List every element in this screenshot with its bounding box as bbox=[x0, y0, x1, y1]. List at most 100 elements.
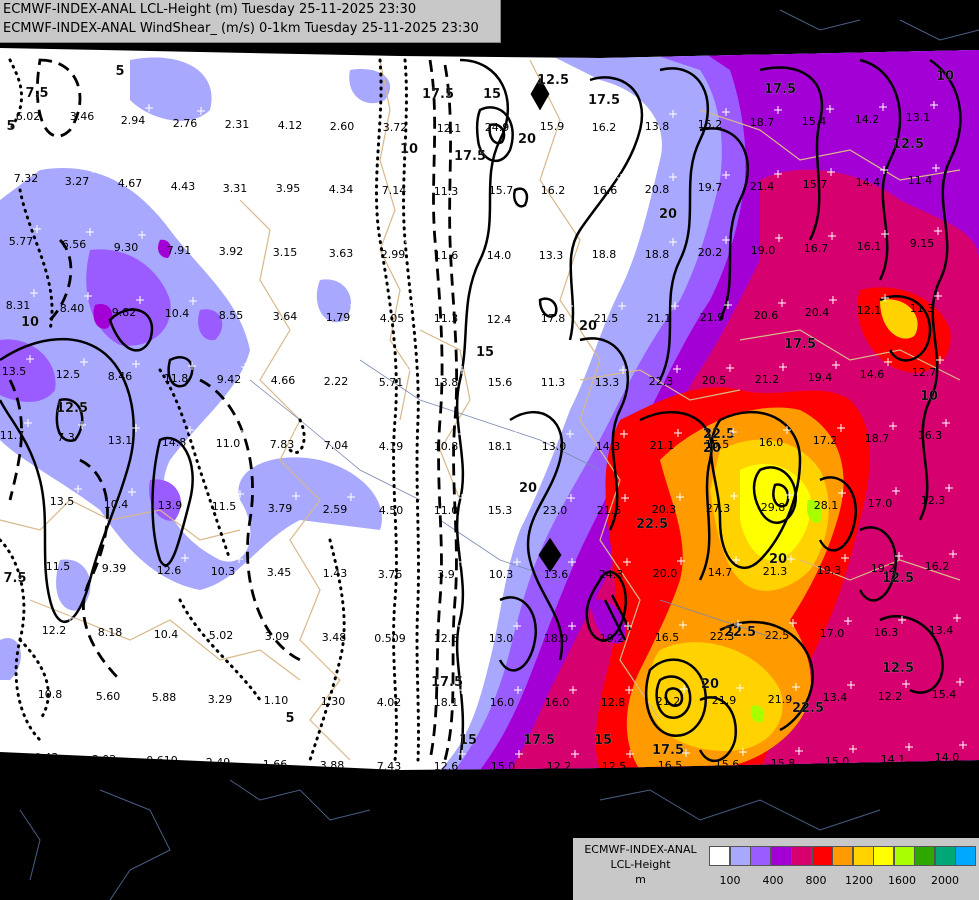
shear-value: 16.0 bbox=[545, 696, 570, 709]
shear-value: 11.7 bbox=[0, 429, 24, 442]
legend-label: 2000 bbox=[931, 874, 959, 887]
shear-value: 18.1 bbox=[488, 440, 513, 453]
contour-label: 17.5 bbox=[764, 82, 796, 97]
legend-label: 1200 bbox=[845, 874, 873, 887]
shear-value: 19.7 bbox=[698, 181, 723, 194]
shear-value: 13.1 bbox=[108, 434, 133, 447]
shear-value: 22.5 bbox=[765, 629, 790, 642]
shear-value: 3.76 bbox=[378, 568, 403, 581]
contour-label: 5 bbox=[115, 64, 124, 79]
contour-label: 22.5 bbox=[636, 517, 668, 532]
shear-value: 16.7 bbox=[804, 242, 829, 255]
contour-label: 17.5 bbox=[588, 93, 620, 108]
shear-value: 9.42 bbox=[217, 373, 242, 386]
shear-value: 9.82 bbox=[112, 306, 137, 319]
legend-swatch bbox=[852, 846, 874, 866]
shear-value: 10.8 bbox=[38, 688, 63, 701]
shear-value: 12.8 bbox=[601, 696, 626, 709]
legend-caption: ECMWF-INDEX-ANAL LCL-Height m bbox=[573, 842, 708, 887]
shear-value: 3.48 bbox=[322, 631, 347, 644]
legend-swatch bbox=[770, 846, 792, 866]
shear-value: 16.0 bbox=[759, 436, 784, 449]
contour-label: 5 bbox=[6, 119, 15, 134]
legend-label: 1600 bbox=[888, 874, 916, 887]
shear-value: 13.3 bbox=[595, 376, 620, 389]
shear-value: 18.0 bbox=[544, 632, 569, 645]
shear-value: 7.14 bbox=[382, 184, 407, 197]
shear-value: 13.5 bbox=[50, 495, 75, 508]
shear-value: 18.7 bbox=[750, 116, 775, 129]
forecast-map-view: 7.5 5 5 17.5 15 12.5 17.5 20 10 17.5 20 17.5 10 12.5 2… bbox=[0, 0, 979, 900]
shear-value: 19.0 bbox=[751, 244, 776, 257]
shear-value: 15.3 bbox=[488, 504, 513, 517]
legend-label: 100 bbox=[719, 874, 741, 887]
shear-value: 11.5 bbox=[46, 560, 71, 573]
shear-value: 18.7 bbox=[865, 432, 890, 445]
contour-label: 17.5 bbox=[784, 337, 816, 352]
shear-value: 21.1 bbox=[647, 312, 672, 325]
shear-value: 17.0 bbox=[868, 497, 893, 510]
contour-label: 17.5 bbox=[523, 733, 555, 748]
shear-value: 16.5 bbox=[655, 631, 680, 644]
shear-value: 13.4 bbox=[929, 624, 954, 637]
shear-value: 2.31 bbox=[225, 118, 250, 131]
contour-label: 10 bbox=[21, 315, 39, 330]
shear-value: 7.3 bbox=[57, 431, 75, 444]
header-title-lcl: ECMWF-INDEX-ANAL LCL-Height (m) Tuesday … bbox=[3, 2, 417, 17]
shear-value: 21.5 bbox=[597, 504, 622, 517]
shear-value: 15.7 bbox=[489, 184, 514, 197]
shear-value: 20.5 bbox=[702, 374, 727, 387]
contour-label: 17.5 bbox=[454, 149, 486, 164]
legend-unit: m bbox=[635, 873, 646, 886]
contour-label: 15 bbox=[483, 87, 501, 102]
shear-value: 2.22 bbox=[324, 375, 349, 388]
shear-value: 21.2 bbox=[656, 695, 681, 708]
shear-value: 17.2 bbox=[813, 434, 838, 447]
shear-value: 15.4 bbox=[932, 688, 957, 701]
shear-value: 12.7 bbox=[912, 366, 937, 379]
shear-value: 14.4 bbox=[856, 176, 881, 189]
shear-value: 20.3 bbox=[652, 503, 677, 516]
shear-value: 11.0 bbox=[434, 504, 459, 517]
shear-value: 21.9 bbox=[712, 694, 737, 707]
shear-value: 21.2 bbox=[755, 373, 780, 386]
shear-value: 5.77 bbox=[9, 235, 34, 248]
map-header: ECMWF-INDEX-ANAL LCL-Height (m) Tuesday … bbox=[0, 0, 501, 43]
shear-value: 1.30 bbox=[321, 695, 346, 708]
shear-value: 21.3 bbox=[763, 565, 788, 578]
legend-swatch bbox=[811, 846, 833, 866]
shear-value: 20.2 bbox=[698, 246, 723, 259]
legend-swatch bbox=[729, 846, 751, 866]
shear-value: 4.19 bbox=[379, 440, 404, 453]
shear-value: 3.79 bbox=[268, 502, 293, 515]
shear-value: 14.6 bbox=[860, 368, 885, 381]
shear-value: 13.5 bbox=[2, 365, 27, 378]
contour-label: 15 bbox=[476, 345, 494, 360]
contour-label: 12.5 bbox=[537, 73, 569, 88]
shear-value: 16.2 bbox=[925, 560, 950, 573]
shear-value: 15.7 bbox=[803, 178, 828, 191]
shear-value: 15.4 bbox=[802, 115, 827, 128]
shear-value: 6.02 bbox=[16, 110, 41, 123]
shear-value: 18.1 bbox=[434, 696, 459, 709]
shear-value: 9.39 bbox=[102, 562, 127, 575]
shear-value: 13.8 bbox=[434, 376, 459, 389]
shear-value: 13.8 bbox=[645, 120, 670, 133]
shear-value: 3.15 bbox=[273, 246, 298, 259]
shear-value: 12.6 bbox=[157, 564, 182, 577]
shear-value: 14.3 bbox=[596, 440, 621, 453]
shear-value: 11.8 bbox=[164, 372, 189, 385]
shear-value: 12.1 bbox=[437, 122, 462, 135]
shear-value: 21.4 bbox=[750, 180, 775, 193]
shear-value: 7.04 bbox=[324, 439, 349, 452]
shear-value: 3.09 bbox=[265, 630, 290, 643]
shear-value: 16.3 bbox=[874, 626, 899, 639]
shear-value: 21.5 bbox=[594, 312, 619, 325]
contour-label: 5 bbox=[285, 711, 294, 726]
shear-value: 2.59 bbox=[323, 503, 348, 516]
shear-value: 8.31 bbox=[6, 299, 31, 312]
shear-value: 15.9 bbox=[540, 120, 565, 133]
shear-value: 3.29 bbox=[208, 693, 233, 706]
contour-label: 17.5 bbox=[431, 675, 463, 690]
contour-label: 12.5 bbox=[882, 661, 914, 676]
